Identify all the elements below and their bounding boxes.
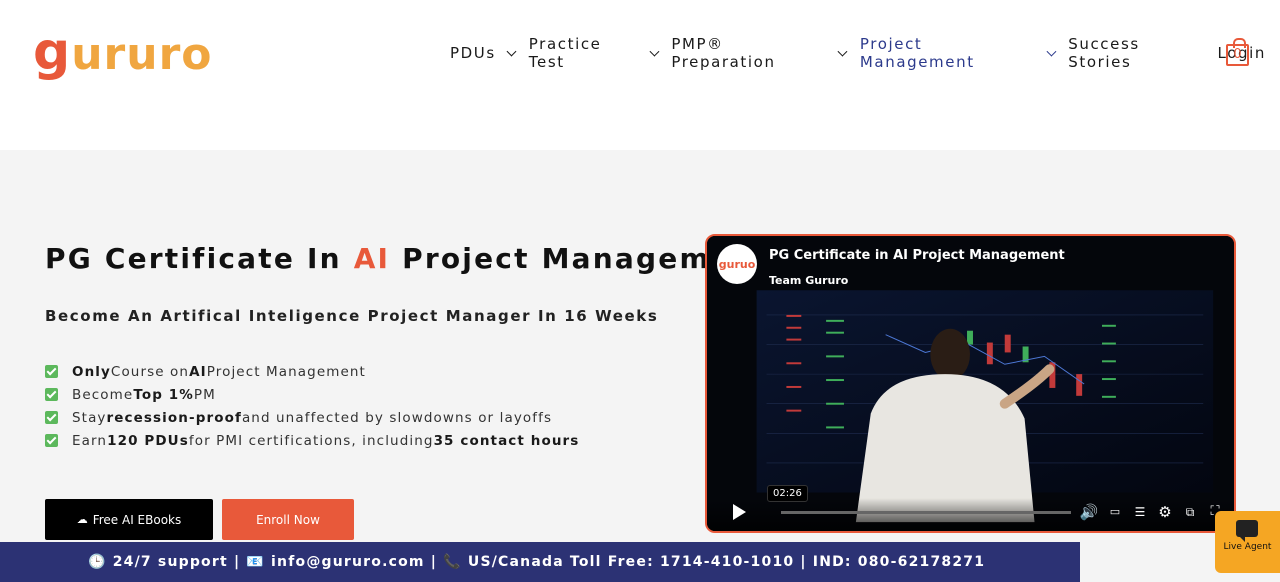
- bullet-text: Course on: [110, 363, 190, 380]
- bullet-bold: Top 1%: [133, 386, 194, 403]
- play-icon[interactable]: [733, 504, 746, 520]
- list-item: Earn 120 PDUs for PMI certifications, in…: [45, 429, 579, 452]
- bullet-bold: AI: [189, 363, 207, 380]
- support-text[interactable]: 🕒 24/7 support | 📧 info@gururo.com | 📞 U…: [88, 554, 985, 570]
- bullet-text: for PMI certifications, including: [188, 432, 434, 449]
- cart-icon[interactable]: 0: [1226, 38, 1249, 66]
- gururo-logo[interactable]: gururo: [33, 24, 213, 83]
- free-ebooks-button[interactable]: ☁ Free AI EBooks: [45, 499, 213, 540]
- logo-initial: g: [33, 22, 72, 82]
- site-header: gururo PDUs Practice Test PMP® Preparati…: [0, 0, 1280, 150]
- cart-count: 0: [1233, 47, 1242, 62]
- video-title[interactable]: PG Certificate in AI Project Management: [769, 248, 1065, 263]
- chevron-down-icon: [1046, 46, 1056, 56]
- live-agent-label: Live Agent: [1223, 542, 1272, 552]
- chevron-down-icon: [506, 46, 517, 56]
- benefits-list: Only Course on AI Project Management Bec…: [45, 360, 579, 452]
- video-player[interactable]: guruo PG Certificate in AI Project Manag…: [705, 234, 1236, 533]
- button-label: Free AI EBooks: [92, 512, 182, 527]
- title-ai: AI: [353, 242, 391, 275]
- video-progress-bar[interactable]: [781, 511, 1071, 514]
- nav-label: Success Stories: [1068, 35, 1140, 71]
- logo-text: ururo: [71, 29, 213, 80]
- check-icon: [45, 388, 58, 401]
- captions-icon[interactable]: ▭: [1105, 502, 1125, 522]
- check-icon: [45, 434, 58, 447]
- list-item: Stay recession-proof and unaffected by s…: [45, 406, 579, 429]
- volume-icon[interactable]: 🔊: [1079, 502, 1099, 522]
- nav-practice-test[interactable]: Practice Test: [529, 35, 659, 71]
- nav-label: PMP® Preparation: [671, 35, 776, 71]
- button-label: Enroll Now: [256, 512, 320, 527]
- enroll-now-button[interactable]: Enroll Now: [222, 499, 354, 540]
- video-timestamp: 02:26: [767, 485, 808, 502]
- nav-pdus[interactable]: PDUs: [450, 44, 517, 62]
- bullet-bold: 120 PDUs: [107, 432, 189, 449]
- chevron-down-icon: [837, 46, 848, 56]
- chevron-down-icon: [649, 46, 659, 56]
- nav-pmp-preparation[interactable]: PMP® Preparation: [671, 35, 848, 71]
- hero-section: PG Certificate In AI Project Management …: [0, 150, 1280, 582]
- bullet-bold: Only: [72, 363, 111, 380]
- support-bar: 🕒 24/7 support | 📧 info@gururo.com | 📞 U…: [0, 542, 1080, 582]
- video-channel[interactable]: Team Gururo: [769, 274, 848, 287]
- list-item: Become Top 1% PM: [45, 383, 579, 406]
- main-nav: PDUs Practice Test PMP® Preparation Proj…: [450, 35, 1280, 71]
- subtitle-duration: 16 Weeks: [564, 307, 659, 325]
- subtitle-text: Become An Artifical Inteligence Project …: [45, 307, 565, 325]
- nav-success-stories[interactable]: Success Stories: [1068, 35, 1203, 71]
- bullet-text: Stay: [72, 409, 107, 426]
- live-agent-button[interactable]: Live Agent: [1215, 511, 1280, 573]
- bullet-text: and unaffected by slowdowns or layoffs: [241, 409, 553, 426]
- nav-label: Project Management: [859, 35, 975, 71]
- bullet-text: Earn: [72, 432, 108, 449]
- title-part: PG Certificate In: [45, 242, 354, 275]
- channel-avatar[interactable]: guruo: [717, 244, 757, 284]
- hero-subtitle: Become An Artifical Inteligence Project …: [45, 307, 658, 325]
- settings-icon[interactable]: ⚙: [1155, 502, 1175, 522]
- bullet-bold: 35 contact hours: [433, 432, 580, 449]
- bullet-text: PM: [193, 386, 216, 403]
- page-title: PG Certificate In AI Project Management: [45, 242, 770, 275]
- check-icon: [45, 365, 58, 378]
- avatar-text: guruo: [718, 257, 756, 271]
- nav-label: Practice Test: [528, 35, 602, 71]
- nav-project-management[interactable]: Project Management: [860, 35, 1056, 71]
- bullet-text: Become: [72, 386, 134, 403]
- nav-label: PDUs: [450, 44, 496, 62]
- list-item: Only Course on AI Project Management: [45, 360, 579, 383]
- bullet-bold: recession-proof: [106, 409, 242, 426]
- check-icon: [45, 411, 58, 424]
- transcript-icon[interactable]: ☰: [1130, 502, 1150, 522]
- chat-icon: [1236, 520, 1258, 542]
- bullet-text: Project Management: [206, 363, 366, 380]
- cloud-download-icon: ☁: [76, 513, 88, 526]
- picture-in-picture-icon[interactable]: ⧉: [1180, 502, 1200, 522]
